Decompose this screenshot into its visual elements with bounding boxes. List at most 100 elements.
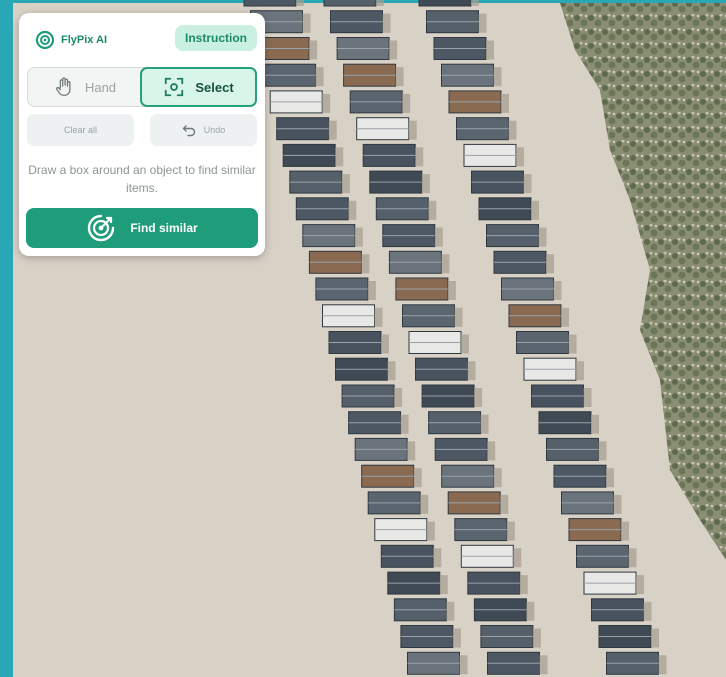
tool-panel: FlyPix AI Instruction Hand Select Clear … — [19, 13, 265, 256]
mode-hand-label: Hand — [84, 79, 117, 95]
hut-shadow — [628, 548, 637, 568]
hut-shadow — [471, 0, 479, 6]
hut-shadow — [402, 93, 411, 113]
clear-all-label: Clear all — [63, 125, 97, 135]
mode-hand[interactable]: Hand — [28, 68, 141, 106]
hut-shadow — [421, 174, 430, 194]
hut-shadow — [461, 334, 469, 354]
hut-shadow — [486, 40, 494, 60]
beach-hut — [418, 0, 472, 7]
hut-shadow — [506, 521, 515, 541]
mode-toggle: Hand Select — [27, 67, 257, 107]
hut-shadow — [302, 13, 311, 33]
hut-shadow — [395, 67, 404, 87]
hut-shadow — [454, 307, 463, 327]
undo-label: Undo — [203, 125, 226, 135]
hut-shadow — [382, 13, 391, 33]
hut-shadow — [658, 655, 667, 675]
hut-shadow — [434, 227, 443, 247]
hut-shadow — [408, 120, 417, 140]
hut-shadow — [480, 414, 489, 434]
hut-shadow — [526, 601, 535, 621]
hut-shadow — [441, 254, 450, 274]
hut-shadow — [467, 361, 476, 381]
hut-shadow — [394, 388, 403, 407]
hut-shadow — [523, 174, 532, 194]
hut-shadow — [643, 601, 652, 621]
hut-shadow — [500, 494, 509, 514]
hut-shadow — [381, 334, 389, 354]
beach-hut — [243, 0, 297, 7]
hut-shadow — [508, 120, 517, 140]
hut-shadow — [516, 147, 524, 167]
hut-shadow — [636, 575, 644, 595]
find-similar-label: Find similar — [130, 221, 198, 235]
instruction-hint: Draw a box around an object to find simi… — [28, 163, 256, 195]
hut-shadow — [553, 281, 562, 300]
hut-shadow — [539, 655, 548, 675]
hut-shadow — [367, 281, 376, 300]
hut-shadow — [583, 388, 592, 407]
instruction-button[interactable]: Instruction — [175, 25, 257, 51]
brand-name: FlyPix AI — [61, 34, 108, 46]
hut-shadow — [478, 13, 487, 33]
hut-shadow — [335, 147, 344, 167]
undo-icon — [182, 125, 195, 137]
hut-shadow — [387, 361, 396, 381]
hand-icon — [56, 77, 71, 96]
clear-all-button[interactable]: Clear all — [27, 114, 134, 146]
hut-shadow — [532, 628, 541, 648]
hut-shadow — [519, 575, 528, 595]
hut-shadow — [606, 468, 614, 488]
hut-shadow — [513, 548, 522, 568]
hut-shadow — [428, 200, 437, 220]
hut-shadow — [446, 601, 455, 621]
find-similar-button[interactable]: Find similar — [26, 208, 258, 248]
hut-shadow — [309, 40, 318, 60]
hut-shadow — [341, 174, 350, 194]
hut-shadow — [447, 281, 456, 300]
hut-shadow — [487, 441, 496, 461]
hut-shadow — [315, 67, 324, 87]
hut-shadow — [568, 334, 577, 354]
hut-shadow — [561, 307, 569, 327]
hut-shadow — [328, 120, 337, 140]
hut-shadow — [621, 521, 629, 541]
brand: FlyPix AI — [35, 29, 107, 51]
hut-shadow — [452, 628, 461, 648]
hut-shadow — [598, 441, 607, 461]
hut-shadow — [546, 254, 554, 274]
hut-shadow — [348, 200, 357, 220]
hut-shadow — [354, 227, 363, 247]
hut-shadow — [389, 40, 398, 60]
hut-shadow — [613, 494, 622, 514]
hut-shadow — [374, 307, 383, 327]
flypix-logo-icon — [35, 30, 55, 50]
hut-shadow — [420, 494, 429, 514]
hut-shadow — [493, 468, 502, 488]
mode-select-label: Select — [195, 79, 234, 95]
beach-hut — [323, 0, 377, 7]
hut-shadow — [531, 200, 539, 220]
hut-shadow — [591, 414, 599, 434]
hut-shadow — [413, 468, 422, 488]
hut-shadow — [538, 227, 547, 247]
hut-shadow — [651, 628, 659, 648]
hut-shadow — [433, 548, 442, 568]
find-similar-icon — [88, 214, 115, 242]
mode-select[interactable]: Select — [140, 67, 257, 107]
hut-shadow — [459, 655, 468, 675]
hut-shadow — [415, 147, 424, 167]
select-box-icon — [165, 77, 184, 97]
hut-shadow — [407, 441, 416, 461]
hut-shadow — [501, 93, 509, 113]
hut-shadow — [400, 414, 409, 434]
hut-shadow — [493, 67, 502, 87]
hut-shadow — [376, 0, 384, 6]
hut-shadow — [474, 388, 483, 407]
hut-shadow — [361, 254, 370, 274]
hut-shadow — [296, 0, 304, 6]
hut-shadow — [322, 93, 331, 113]
undo-button[interactable]: Undo — [150, 114, 257, 146]
hut-shadow — [426, 521, 435, 541]
